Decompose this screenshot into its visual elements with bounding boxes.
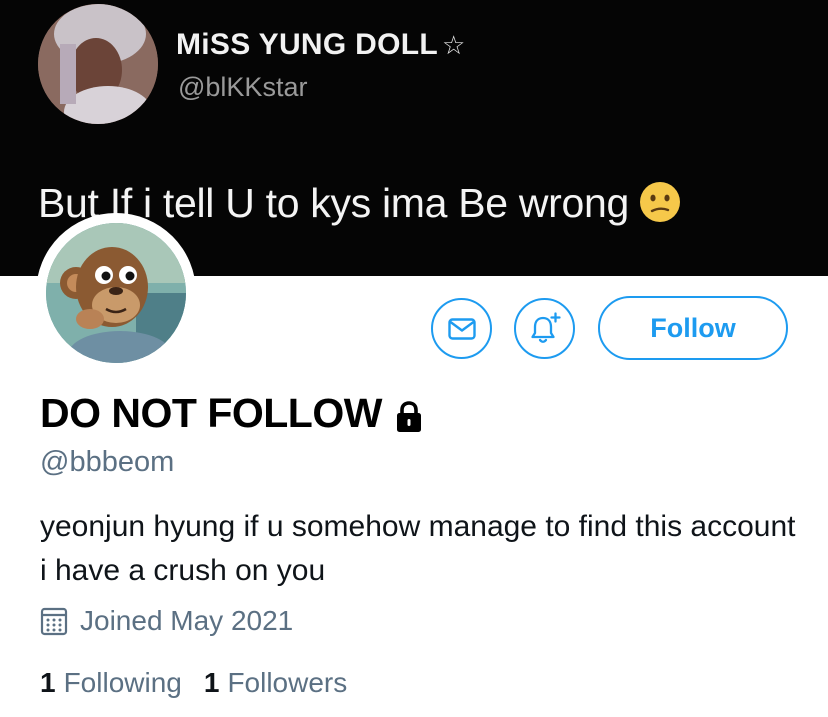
star-icon: ☆ bbox=[442, 30, 466, 60]
profile-display-name: DO NOT FOLLOW bbox=[40, 390, 424, 437]
follow-button[interactable]: Follow bbox=[598, 296, 788, 360]
message-button[interactable] bbox=[431, 298, 492, 359]
monkey-puppet-avatar-image bbox=[46, 223, 186, 363]
mail-icon bbox=[447, 317, 476, 340]
joined-date: Joined May 2021 bbox=[40, 605, 293, 637]
profile-username: @bbbeom bbox=[40, 446, 175, 478]
bell-plus-icon bbox=[530, 311, 561, 343]
notifications-button[interactable] bbox=[514, 298, 575, 359]
profile-avatar[interactable] bbox=[36, 213, 196, 373]
calendar-icon bbox=[40, 607, 68, 636]
following-label: Following bbox=[63, 667, 182, 698]
banner-tweet-avatar bbox=[38, 4, 158, 124]
confused-face-emoji-icon bbox=[639, 181, 681, 223]
profile-bio: yeonjun hyung if u somehow manage to fin… bbox=[40, 510, 796, 587]
follow-stats: 1 Following 1 Followers bbox=[40, 667, 369, 699]
followers-count: 1 bbox=[203, 667, 220, 698]
display-name-text: DO NOT FOLLOW bbox=[40, 390, 382, 436]
following-count: 1 bbox=[40, 667, 56, 698]
followers-label: Followers bbox=[227, 667, 348, 698]
banner-tweet-author-name: MiSS YUNG DOLL ☆ bbox=[176, 28, 466, 61]
joined-date-text: Joined May 2021 bbox=[80, 605, 294, 636]
followers-link[interactable]: 1 Followers bbox=[204, 667, 347, 699]
following-link[interactable]: 1 Following bbox=[40, 667, 182, 699]
banner-tweet-author-handle: @blKKstar bbox=[178, 72, 308, 102]
lock-icon bbox=[394, 397, 424, 432]
